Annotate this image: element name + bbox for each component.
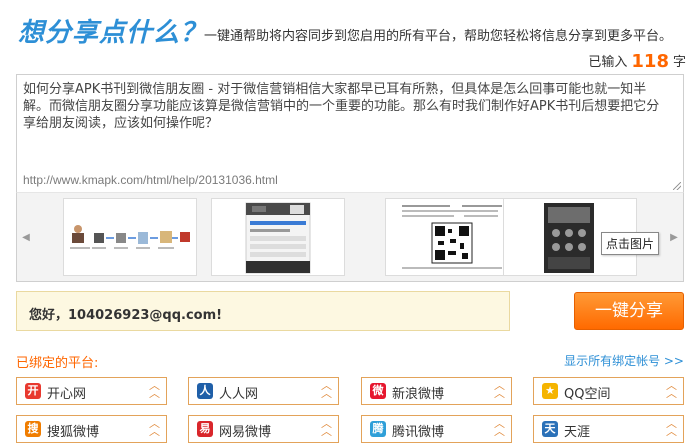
page-title: 想分享点什么？ (18, 18, 208, 48)
platform-sina-weibo[interactable]: 微 新浪微博 ︿ ︿ (361, 377, 512, 405)
click-image-tooltip: 点击图片 (601, 232, 660, 255)
platform-tianya[interactable]: 天 天涯 ︿ ︿ (533, 415, 684, 443)
share-textarea[interactable]: 如何分享APK书刊到微信朋友圈 - 对于微信营销相信大家都早已耳有所熟，但具体是… (16, 74, 684, 192)
chevron-up-icon: ︿ ︿ (321, 379, 332, 400)
chevron-up-icon: ︿ ︿ (494, 379, 505, 400)
page-subtitle: 一键通帮助将内容同步到您启用的所有平台，帮助您轻松将信息分享到更多平台。 (204, 29, 673, 44)
share-text[interactable]: 如何分享APK书刊到微信朋友圈 - 对于微信营销相信大家都早已耳有所熟，但具体是… (23, 81, 669, 132)
counter-value: 118 (631, 51, 669, 72)
chevron-up-icon: ︿ ︿ (321, 417, 332, 438)
image-strip: ◀ 点击图片 ▶ (16, 192, 684, 282)
one-click-share-button[interactable]: 一键分享 (574, 292, 684, 330)
strip-next-arrow[interactable]: ▶ (665, 193, 683, 281)
renren-icon: 人 (197, 383, 213, 399)
sohu-weibo-icon: 搜 (25, 421, 41, 437)
platform-name: 搜狐微博 (47, 425, 100, 440)
char-counter: 已输入 118 字 (588, 51, 686, 72)
platform-name: 网易微博 (219, 425, 272, 440)
platform-sohu-weibo[interactable]: 搜 搜狐微博 ︿ ︿ (16, 415, 167, 443)
platform-qzone[interactable]: ★ QQ空间 ︿ ︿ (533, 377, 684, 405)
flow-diagram-image (70, 225, 190, 249)
tianya-icon: 天 (542, 421, 558, 437)
qzone-icon: ★ (542, 383, 558, 399)
chevron-up-icon: ︿ ︿ (666, 379, 677, 400)
counter-suffix: 字 (672, 55, 686, 70)
greeting-banner: 您好，104026923@qq.com! (16, 291, 510, 331)
platform-renren[interactable]: 人 人人网 ︿ ︿ (188, 377, 339, 405)
app-screenshot-image (245, 202, 311, 274)
platform-name: 腾讯微博 (392, 425, 445, 440)
chevron-up-icon: ︿ ︿ (149, 379, 160, 400)
platform-name: 人人网 (219, 387, 259, 402)
strip-prev-arrow[interactable]: ◀ (17, 193, 35, 281)
thumbnail-flow-diagram[interactable] (63, 198, 197, 276)
qr-code-image (402, 205, 502, 269)
kaixin-icon: 开 (25, 383, 41, 399)
chevron-up-icon: ︿ ︿ (149, 417, 160, 438)
platform-tencent-weibo[interactable]: 腾 腾讯微博 ︿ ︿ (361, 415, 512, 443)
chevron-up-icon: ︿ ︿ (666, 417, 677, 438)
greeting-text: 您好，104026923@qq.com! (29, 308, 223, 323)
bound-platforms-label: 已绑定的平台: (16, 356, 99, 371)
netease-weibo-icon: 易 (197, 421, 213, 437)
platform-name: 新浪微博 (392, 387, 445, 402)
resize-handle[interactable] (673, 182, 681, 190)
platform-name: 开心网 (47, 387, 87, 402)
platform-name: QQ空间 (564, 387, 611, 402)
chevron-up-icon: ︿ ︿ (494, 417, 505, 438)
show-all-accounts-link[interactable]: 显示所有绑定帐号 >> (564, 352, 684, 369)
platform-name: 天涯 (564, 425, 591, 440)
sina-weibo-icon: 微 (370, 383, 386, 399)
platform-netease-weibo[interactable]: 易 网易微博 ︿ ︿ (188, 415, 339, 443)
platform-kaixin[interactable]: 开 开心网 ︿ ︿ (16, 377, 167, 405)
share-url: http://www.kmapk.com/html/help/20131036.… (23, 173, 278, 187)
counter-prefix: 已输入 (588, 55, 628, 70)
tencent-weibo-icon: 腾 (370, 421, 386, 437)
thumbnail-app-screenshot[interactable] (211, 198, 345, 276)
thumbnail-qr-code[interactable] (385, 198, 519, 276)
